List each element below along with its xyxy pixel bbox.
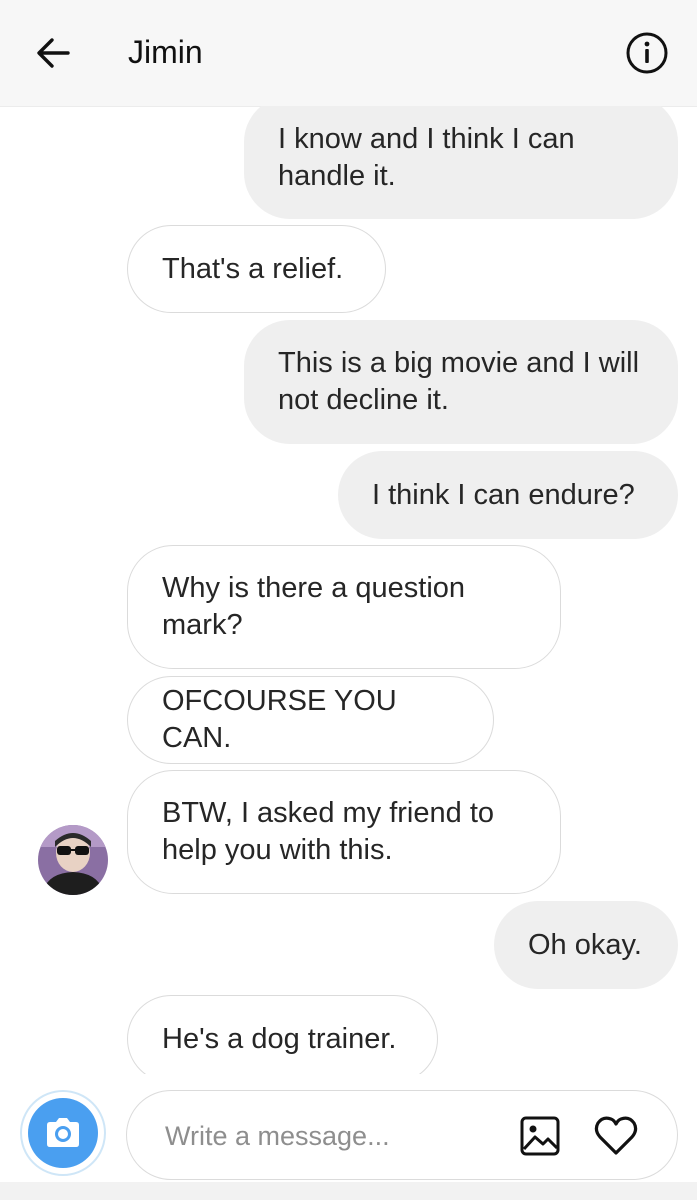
message-thread[interactable]: I know and I think I can handle it. That…: [0, 106, 697, 1074]
message-text: Oh okay.: [528, 928, 642, 961]
message-received[interactable]: OFCOURSE YOU CAN.: [127, 676, 494, 764]
message-sent[interactable]: This is a big movie and I will not decli…: [244, 320, 678, 444]
message-text: I think I can endure?: [372, 478, 635, 511]
message-sent[interactable]: Oh okay.: [494, 901, 678, 989]
message-sent[interactable]: I know and I think I can handle it.: [244, 106, 678, 219]
nav-bar-strip: [0, 1182, 697, 1200]
info-icon[interactable]: [622, 28, 672, 78]
chat-header: Jimin: [0, 0, 697, 107]
message-text: He's a dog trainer.: [162, 1022, 397, 1055]
message-input-container: [126, 1090, 678, 1180]
back-arrow-icon[interactable]: [26, 24, 84, 82]
contact-avatar[interactable]: [38, 825, 108, 895]
message-received[interactable]: Why is there a question mark?: [127, 545, 561, 669]
message-text: That's a relief.: [162, 252, 344, 285]
message-text: This is a big movie and I will not decli…: [278, 347, 640, 416]
camera-button[interactable]: [20, 1090, 106, 1176]
message-received[interactable]: That's a relief.: [127, 225, 386, 313]
message-text: Why is there a question mark?: [162, 572, 466, 641]
gallery-icon[interactable]: [517, 1113, 563, 1159]
message-text: BTW, I asked my friend to help you with …: [162, 797, 494, 866]
contact-name[interactable]: Jimin: [128, 32, 203, 72]
heart-icon[interactable]: [591, 1111, 641, 1161]
message-received[interactable]: He's a dog trainer.: [127, 995, 438, 1074]
message-text: OFCOURSE YOU CAN.: [162, 685, 397, 754]
camera-icon: [28, 1098, 98, 1168]
message-sent[interactable]: I think I can endure?: [338, 451, 678, 539]
message-received[interactable]: BTW, I asked my friend to help you with …: [127, 770, 561, 894]
message-input[interactable]: [163, 1113, 497, 1159]
message-text: I know and I think I can handle it.: [278, 122, 575, 192]
